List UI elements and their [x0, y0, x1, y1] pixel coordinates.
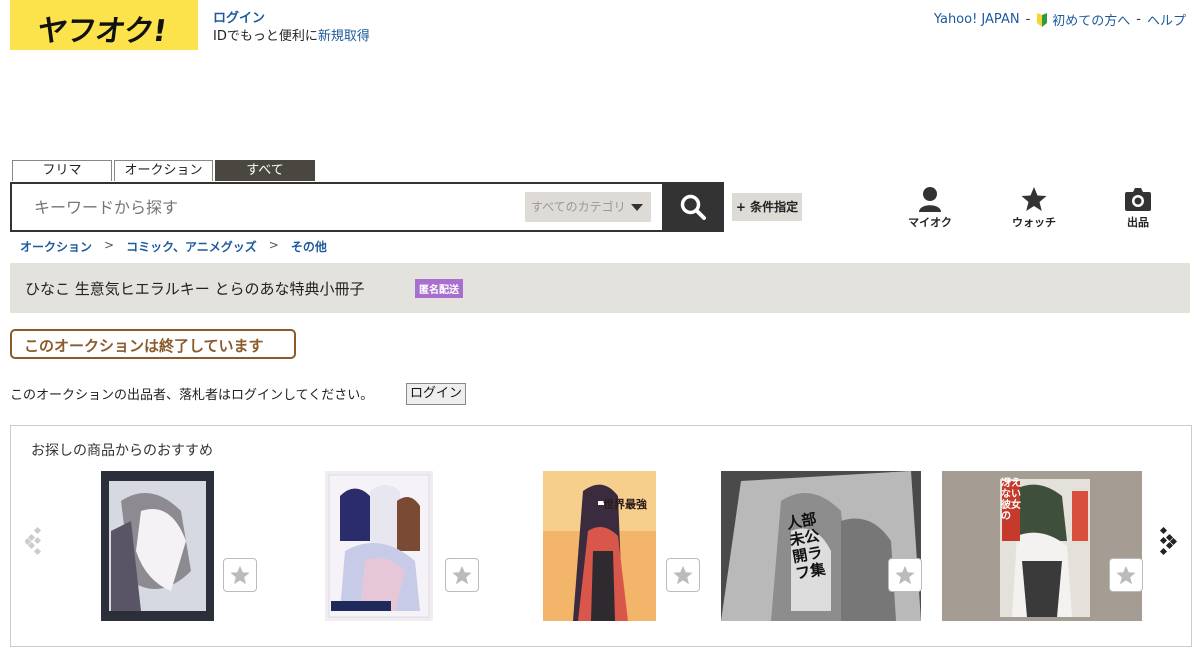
- item-title: ひなこ 生意気ヒエラルキー とらのあな特典小冊子: [25, 280, 365, 298]
- beginners-link[interactable]: 初めての方へ: [1052, 10, 1130, 29]
- star-icon: [452, 565, 472, 585]
- breadcrumb-auction[interactable]: オークション: [20, 238, 92, 255]
- watch-item-button[interactable]: [445, 558, 479, 592]
- top-links: Yahoo! JAPAN - 初めての方へ - ヘルプ: [933, 10, 1186, 29]
- breadcrumb: オークション > コミック、アニメグッズ > その他: [20, 238, 327, 255]
- watch-item-button[interactable]: [888, 558, 922, 592]
- category-select[interactable]: すべてのカテゴリ: [525, 192, 651, 222]
- breadcrumb-comic-anime[interactable]: コミック、アニメグッズ: [126, 238, 257, 255]
- sell-button[interactable]: 出品: [1108, 186, 1168, 230]
- myauc-label: マイオク: [908, 216, 952, 229]
- auction-ended-notice: このオークションは終了しています: [10, 329, 296, 359]
- chevron-left-icon: [23, 526, 42, 556]
- search-button[interactable]: [662, 182, 724, 232]
- tab-all[interactable]: すべて: [215, 160, 315, 181]
- login-button[interactable]: ログイン: [406, 383, 466, 405]
- product-thumbnail[interactable]: [101, 471, 214, 621]
- condition-button[interactable]: + 条件指定: [732, 193, 802, 221]
- star-icon: [1116, 565, 1136, 585]
- carousel-prev-button[interactable]: [23, 526, 45, 560]
- myauc-button[interactable]: マイオク: [900, 186, 960, 230]
- logo-text: ヤフオク!: [35, 14, 169, 49]
- star-icon: [673, 565, 693, 585]
- login-link[interactable]: ログイン: [213, 10, 370, 28]
- watch-label: ウォッチ: [1012, 216, 1056, 229]
- camera-icon: [1125, 188, 1151, 211]
- search-tabs: フリマ オークション すべて: [12, 160, 315, 181]
- signup-prefix: IDでもっと便利に: [213, 29, 318, 44]
- item-title-bar: ひなこ 生意気ヒエラルキー とらのあな特典小冊子 匿名配送: [10, 263, 1190, 313]
- person-icon: [919, 187, 941, 212]
- sell-label: 出品: [1127, 216, 1149, 229]
- product-thumbnail[interactable]: [942, 471, 1142, 621]
- star-icon: [230, 565, 250, 585]
- yahuoku-logo[interactable]: ヤフオク!: [10, 0, 198, 50]
- search-box: すべてのカテゴリ: [10, 182, 664, 232]
- product-thumbnail[interactable]: [325, 471, 433, 621]
- yahoo-japan-link[interactable]: Yahoo! JAPAN: [934, 12, 1020, 27]
- search-input[interactable]: [32, 184, 516, 232]
- login-message: このオークションの出品者、落札者はログインしてください。: [10, 388, 374, 403]
- anonymous-shipping-badge: 匿名配送: [415, 279, 463, 298]
- watch-item-button[interactable]: [223, 558, 257, 592]
- cover-text: 冴えない彼女の: [1001, 478, 1021, 522]
- chevron-right-icon: [1159, 526, 1178, 556]
- caret-down-icon: [631, 204, 643, 211]
- watch-button[interactable]: ウォッチ: [1004, 186, 1064, 230]
- tab-auction[interactable]: オークション: [114, 160, 213, 181]
- carousel-next-button[interactable]: [1157, 526, 1178, 560]
- breadcrumb-other[interactable]: その他: [291, 238, 327, 255]
- cover-text: 世界最強: [603, 498, 647, 511]
- help-link[interactable]: ヘルプ: [1147, 10, 1186, 29]
- watch-item-button[interactable]: [1109, 558, 1143, 592]
- login-box: ログイン IDでもっと便利に新規取得: [213, 10, 370, 46]
- star-icon: [895, 565, 915, 585]
- signup-link[interactable]: 新規取得: [318, 29, 370, 44]
- recommendation-panel: お探しの商品からのおすすめ 世界最強 人部未公開ラフ集 冴えない彼女の: [10, 425, 1192, 647]
- tab-flea-market[interactable]: フリマ: [12, 160, 112, 181]
- star-icon: [1021, 187, 1047, 211]
- beginner-mark-icon: [1036, 12, 1048, 27]
- recommendation-title: お探しの商品からのおすすめ: [31, 443, 213, 459]
- search-icon: [680, 194, 706, 220]
- product-thumbnail[interactable]: [543, 471, 656, 621]
- category-select-label: すべてのカテゴリ: [531, 200, 626, 214]
- watch-item-button[interactable]: [666, 558, 700, 592]
